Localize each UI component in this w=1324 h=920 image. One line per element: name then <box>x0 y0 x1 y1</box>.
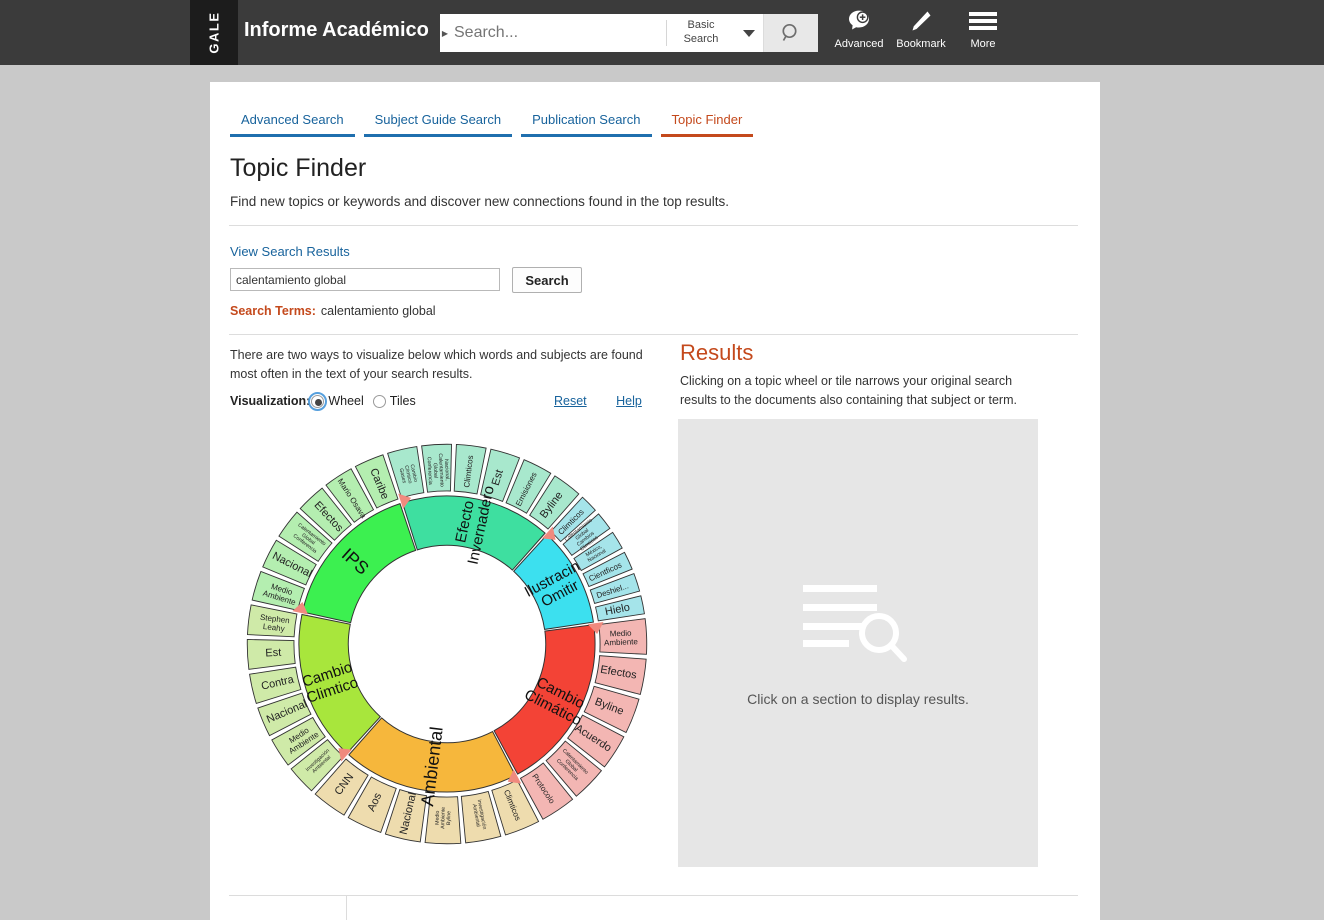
radio-tiles-label: Tiles <box>389 394 416 408</box>
divider-middle <box>229 334 1078 335</box>
tab-topic-finder[interactable]: Topic Finder <box>660 106 754 137</box>
search-button[interactable]: Search <box>512 267 582 293</box>
page-canvas: Advanced Search Subject Guide Search Pub… <box>210 82 1100 920</box>
search-mode-selector[interactable]: Basic Search <box>667 14 735 52</box>
search-terms-value: calentamiento global <box>320 304 436 318</box>
search-caret-icon: ▶ <box>441 28 449 38</box>
more-icon <box>969 8 997 34</box>
page-title: Topic Finder <box>230 154 367 182</box>
advanced-icon <box>846 8 872 34</box>
radio-wheel[interactable] <box>308 391 328 411</box>
global-search-bar[interactable]: ▶ Basic Search <box>440 14 818 52</box>
visualization-controls: Visualization: Wheel Tiles <box>230 391 416 411</box>
search-mode-line1: Basic <box>687 19 715 32</box>
visualization-blurb: There are two ways to visualize below wh… <box>230 348 643 382</box>
radio-wheel-label: Wheel <box>328 394 364 408</box>
footer-vertical-divider <box>346 896 347 920</box>
gale-logo[interactable]: GALE <box>190 0 238 65</box>
results-title: Results <box>680 340 754 365</box>
bookmark-button[interactable]: Bookmark <box>890 8 952 50</box>
tab-subject-guide-search[interactable]: Subject Guide Search <box>363 106 513 137</box>
header-actions: Advanced Bookmark More <box>828 8 1014 50</box>
reset-link[interactable]: Reset <box>554 394 587 408</box>
tab-publication-search[interactable]: Publication Search <box>521 106 652 137</box>
gale-logo-text: GALE <box>206 11 222 54</box>
search-terms-label: Search Terms: <box>230 304 316 318</box>
search-icon <box>782 23 797 41</box>
search-mode-line2: Search <box>683 33 719 45</box>
bookmark-icon <box>908 8 934 34</box>
app-header: GALE Informe Académico ▶ Basic Search <box>0 0 1324 65</box>
search-mode-tabs: Advanced Search Subject Guide Search Pub… <box>230 106 754 137</box>
radio-tiles[interactable] <box>372 394 386 408</box>
bookmark-label: Bookmark <box>896 38 946 50</box>
more-label: More <box>970 38 996 50</box>
visualization-label: Visualization: <box>230 394 311 408</box>
search-terms: Search Terms: calentamiento global <box>230 304 436 318</box>
wheel-links: Reset Help <box>528 394 642 408</box>
results-panel: Click on a section to display results. <box>678 419 1038 867</box>
results-empty-state: Click on a section to display results. <box>747 691 969 707</box>
divider-top <box>229 225 1078 226</box>
results-description: Clicking on a topic wheel or tile narrow… <box>680 374 1017 408</box>
divider-bottom <box>229 895 1078 896</box>
svg-text:Est: Est <box>265 647 282 660</box>
topic-wheel-svg[interactable]: MedioAmbienteNacionalCalentamientoGlobal… <box>212 409 682 879</box>
page-subtitle: Find new topics or keywords and discover… <box>230 194 730 209</box>
topic-wheel[interactable]: MedioAmbiente Nacional CalentamientoGlobal… <box>212 409 682 879</box>
chevron-down-icon[interactable] <box>735 14 763 52</box>
view-search-results-link[interactable]: View Search Results <box>230 244 350 259</box>
search-input[interactable] <box>450 14 666 52</box>
more-button[interactable]: More <box>952 8 1014 50</box>
topic-query-input[interactable] <box>230 268 500 291</box>
advanced-button[interactable]: Advanced <box>828 8 890 50</box>
app-title: Informe Académico <box>244 19 429 41</box>
list-search-icon <box>803 585 907 662</box>
help-link[interactable]: Help <box>616 394 642 408</box>
search-submit-button[interactable] <box>763 14 818 52</box>
tab-advanced-search[interactable]: Advanced Search <box>230 106 355 137</box>
advanced-label: Advanced <box>834 38 884 50</box>
